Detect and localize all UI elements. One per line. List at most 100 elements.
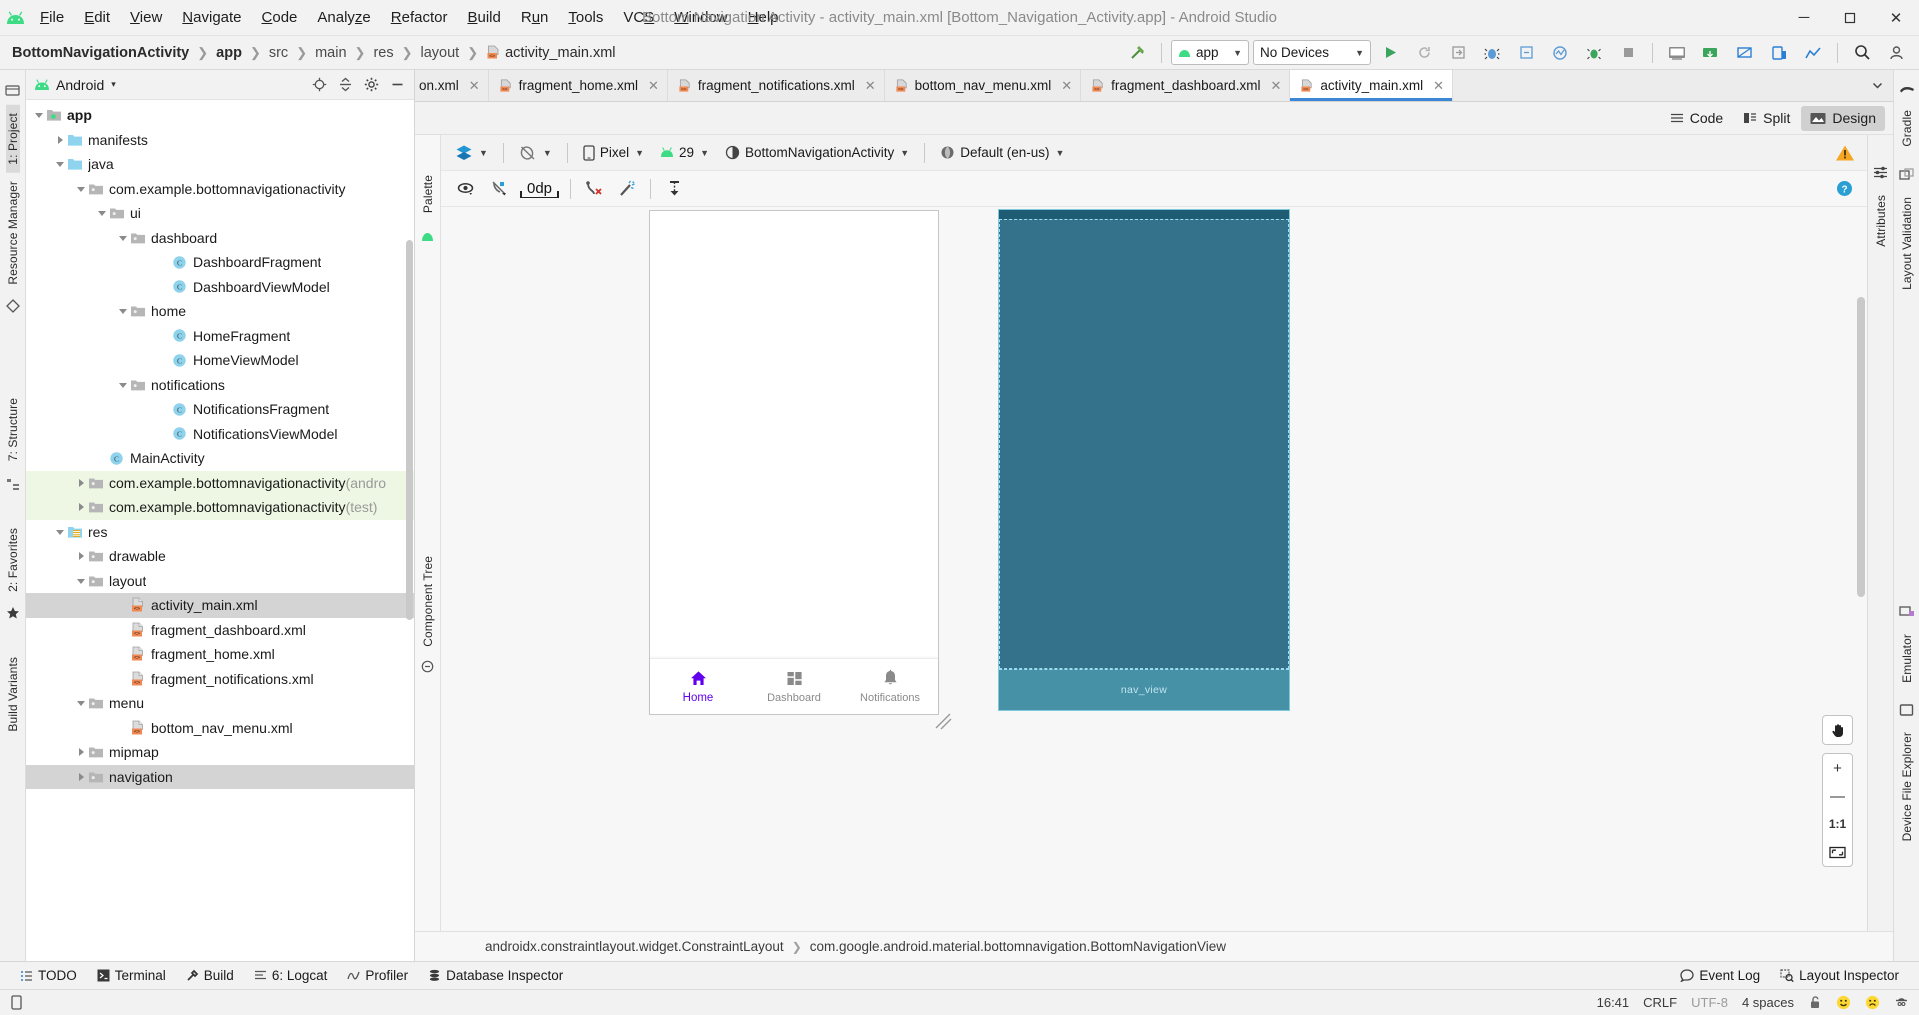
menu-run[interactable]: Run <box>511 6 559 29</box>
tree-node[interactable]: C DashboardViewModel <box>26 275 414 300</box>
breadcrumb-src[interactable]: src <box>265 44 292 62</box>
tree-node[interactable]: drawable <box>26 544 414 569</box>
chevron-right-icon[interactable] <box>74 550 87 563</box>
menu-view[interactable]: View <box>120 6 172 29</box>
tool-event-log[interactable]: Event Log <box>1670 966 1770 985</box>
menu-edit[interactable]: Edit <box>74 6 120 29</box>
run-config-combo[interactable]: app ▼ <box>1171 40 1249 65</box>
locale-selector[interactable]: Default (en-us) ▼ <box>934 140 1070 166</box>
clear-constraints-icon[interactable] <box>579 176 609 202</box>
actual-size-button[interactable]: 1:1 <box>1823 810 1852 838</box>
chevron-right-icon[interactable] <box>74 746 87 759</box>
menu-code[interactable]: Code <box>252 6 308 29</box>
device-combo[interactable]: No Devices ▼ <box>1253 40 1371 65</box>
chevron-down-icon[interactable] <box>74 182 87 195</box>
tree-node[interactable]: com.example.bottomnavigationactivity <box>26 177 414 202</box>
chevron-down-icon[interactable] <box>74 697 87 710</box>
tree-node[interactable]: C NotificationsViewModel <box>26 422 414 447</box>
palette-rail-label[interactable]: Palette <box>421 169 435 219</box>
hide-panel-icon[interactable] <box>384 73 410 97</box>
tab-activity-main[interactable]: <> activity_main.xml ✕ <box>1290 70 1454 101</box>
breadcrumb-app[interactable]: app <box>212 44 246 62</box>
chevron-right-icon[interactable] <box>74 770 87 783</box>
tree-node[interactable]: java <box>26 152 414 177</box>
close-button[interactable]: ✕ <box>1873 0 1919 36</box>
issue-notification[interactable] <box>1835 144 1859 162</box>
menu-analyze[interactable]: Analyze <box>307 6 380 29</box>
happy-face-icon[interactable] <box>1836 995 1851 1010</box>
tree-node[interactable]: com.example.bottomnavigationactivity (te… <box>26 495 414 520</box>
component-tree-rail-label[interactable]: Component Tree <box>421 550 435 653</box>
tab-clipped[interactable]: on.xml ✕ <box>415 70 489 101</box>
profiler-toolbar-icon[interactable] <box>1798 40 1828 66</box>
sidebar-item-resource-manager[interactable]: Resource Manager <box>6 173 20 293</box>
tree-node[interactable]: menu <box>26 691 414 716</box>
chevron-right-icon[interactable] <box>74 476 87 489</box>
autoconnect-off-icon[interactable] <box>484 176 514 202</box>
close-icon[interactable]: ✕ <box>1061 78 1072 94</box>
settings-gear-icon[interactable] <box>358 73 384 97</box>
menu-refactor[interactable]: Refactor <box>381 6 458 29</box>
structure-icon[interactable] <box>6 470 20 498</box>
bottom-nav-item-notifications[interactable]: Notifications <box>842 669 938 704</box>
device-manager-icon[interactable] <box>1764 40 1794 66</box>
tree-node[interactable]: C HomeFragment <box>26 324 414 349</box>
design-canvas[interactable]: Home Dashboard Notifications nav_view + … <box>441 207 1867 931</box>
menu-help[interactable]: Help <box>738 6 789 29</box>
tree-node[interactable]: home <box>26 299 414 324</box>
chevron-right-icon[interactable] <box>74 501 87 514</box>
sidebar-item-attributes[interactable]: Attributes <box>1874 187 1888 255</box>
tree-node[interactable]: app <box>26 103 414 128</box>
close-icon[interactable]: ✕ <box>469 78 480 94</box>
close-icon[interactable]: ✕ <box>648 78 659 94</box>
breadcrumb-project[interactable]: BottomNavigationActivity <box>8 44 193 62</box>
emulator-icon[interactable] <box>1898 598 1915 626</box>
blueprint-mode-button[interactable]: ▼ <box>513 140 558 166</box>
sidebar-item-build-variants[interactable]: Build Variants <box>6 649 20 740</box>
hierarchy-parent[interactable]: androidx.constraintlayout.widget.Constra… <box>485 939 784 954</box>
breadcrumb-file[interactable]: <> activity_main.xml <box>482 44 619 62</box>
close-icon[interactable]: ✕ <box>1270 78 1281 94</box>
tool-todo[interactable]: TODO <box>10 966 87 985</box>
menu-navigate[interactable]: Navigate <box>172 6 251 29</box>
blueprint-preview[interactable]: nav_view <box>998 209 1290 711</box>
blueprint-constraint-layout[interactable] <box>999 219 1289 669</box>
search-icon[interactable] <box>1847 40 1877 66</box>
chevron-down-icon[interactable] <box>116 378 129 391</box>
menu-file[interactable]: FFileile <box>30 6 74 29</box>
tree-node[interactable]: mipmap <box>26 740 414 765</box>
rerun-icon[interactable] <box>1409 40 1439 66</box>
api-level-selector[interactable]: 29 ▼ <box>654 140 715 166</box>
device-file-explorer-icon[interactable] <box>1899 696 1914 724</box>
mode-design[interactable]: Design <box>1801 105 1885 131</box>
layout-validation-icon[interactable] <box>1899 161 1914 189</box>
maximize-button[interactable] <box>1827 0 1873 36</box>
chevron-down-icon[interactable] <box>116 305 129 318</box>
breadcrumb-layout[interactable]: layout <box>417 44 464 62</box>
pan-icon[interactable] <box>1823 716 1852 744</box>
locate-icon[interactable] <box>306 73 332 97</box>
profile-icon[interactable] <box>1545 40 1575 66</box>
chevron-down-icon[interactable]: ▾ <box>111 79 116 90</box>
stop-button[interactable] <box>1613 40 1643 66</box>
sdk-manager-icon[interactable] <box>1696 40 1726 66</box>
bottom-nav-item-home[interactable]: Home <box>650 669 746 704</box>
sidebar-item-layout-validation[interactable]: Layout Validation <box>1900 189 1914 298</box>
layout-inspector-icon[interactable] <box>1730 40 1760 66</box>
sad-face-icon[interactable] <box>1865 995 1880 1010</box>
close-icon[interactable]: ✕ <box>1433 78 1444 94</box>
sidebar-item-structure[interactable]: 7: Structure <box>6 390 20 469</box>
menu-build[interactable]: Build <box>457 6 510 29</box>
apply-code-changes-icon[interactable] <box>1511 40 1541 66</box>
tab-list-chevron-down-icon[interactable] <box>1865 73 1889 99</box>
tool-terminal[interactable]: Terminal <box>87 966 176 985</box>
minimize-button[interactable]: ─ <box>1781 0 1827 36</box>
detective-hat-icon[interactable] <box>1894 995 1909 1010</box>
chevron-down-icon[interactable] <box>116 231 129 244</box>
help-button[interactable]: ? <box>1836 180 1857 197</box>
chevron-right-icon[interactable] <box>53 133 66 146</box>
device-icon[interactable] <box>10 995 23 1010</box>
chevron-down-icon[interactable] <box>53 158 66 171</box>
preview-resize-handle[interactable] <box>932 710 954 732</box>
tab-fragment-home[interactable]: <> fragment_home.xml ✕ <box>488 70 668 101</box>
